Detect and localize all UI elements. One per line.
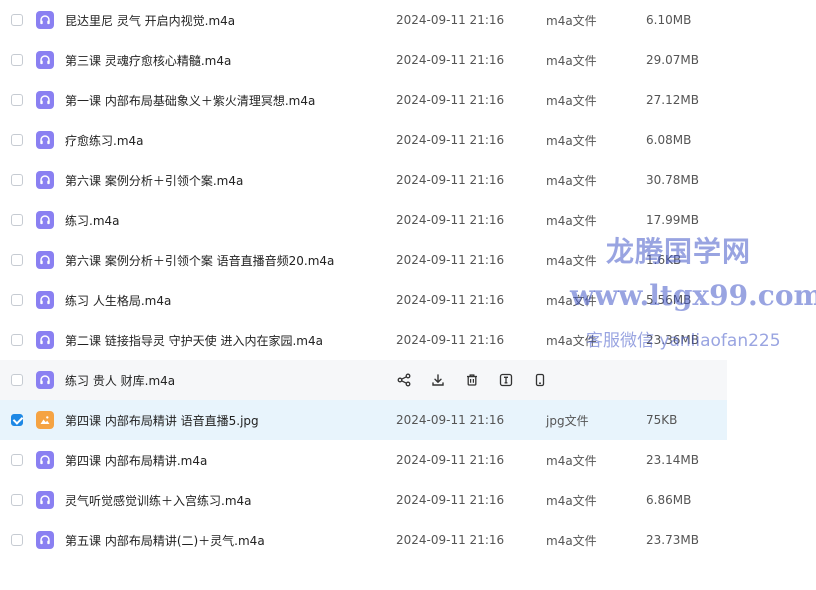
file-size: 17.99MB [646, 213, 699, 227]
file-name[interactable]: 第三课 灵魂疗愈核心精髓.m4a [65, 52, 231, 69]
file-date: 2024-09-11 21:16 [396, 173, 505, 187]
file-type: m4a文件 [546, 13, 597, 28]
file-type: m4a文件 [546, 53, 597, 68]
file-row[interactable]: 灵气听觉感觉训练＋入宫练习.m4a 2024-09-11 21:16 m4a文件 6.… [0, 480, 727, 520]
row-checkbox[interactable] [11, 534, 23, 546]
file-type: m4a文件 [546, 533, 597, 548]
file-name[interactable]: 第二课 链接指导灵 守护天使 进入内在家园.m4a [65, 332, 323, 349]
watermark-contact: 客服微信 yanliaofan225 [586, 331, 781, 351]
audio-file-icon [36, 291, 54, 309]
file-size: 6.10MB [646, 13, 692, 27]
file-name[interactable]: 第六课 案例分析＋引领个案 语音直播音频20.m4a [65, 252, 334, 269]
file-name[interactable]: 第一课 内部布局基础象义＋紫火清理冥想.m4a [65, 92, 315, 109]
audio-file-icon [36, 51, 54, 69]
file-type: m4a文件 [546, 133, 597, 148]
file-name[interactable]: 练习 人生格局.m4a [65, 292, 171, 309]
file-type: m4a文件 [546, 213, 597, 228]
delete-icon[interactable] [464, 372, 480, 388]
file-row[interactable]: 练习 贵人 财库.m4a [0, 360, 727, 400]
file-type: m4a文件 [546, 453, 597, 468]
file-name[interactable]: 第六课 案例分析＋引领个案.m4a [65, 172, 243, 189]
file-date: 2024-09-11 21:16 [396, 53, 505, 67]
audio-file-icon [36, 91, 54, 109]
watermark-title: 龙腾国学网 [606, 235, 752, 268]
file-name[interactable]: 第四课 内部布局精讲 语音直播5.jpg [65, 412, 259, 429]
file-name[interactable]: 第五课 内部布局精讲(二)＋灵气.m4a [65, 532, 265, 549]
file-name[interactable]: 灵气听觉感觉训练＋入宫练习.m4a [65, 492, 252, 509]
share-icon[interactable] [396, 372, 412, 388]
file-row[interactable]: 第一课 内部布局基础象义＋紫火清理冥想.m4a 2024-09-11 21:16 m… [0, 80, 727, 120]
audio-file-icon [36, 531, 54, 549]
row-actions [396, 372, 566, 388]
row-checkbox[interactable] [11, 454, 23, 466]
row-checkbox[interactable] [11, 254, 23, 266]
row-checkbox[interactable] [11, 134, 23, 146]
file-row[interactable]: 第三课 灵魂疗愈核心精髓.m4a 2024-09-11 21:16 m4a文件 29.… [0, 40, 727, 80]
row-checkbox[interactable] [11, 94, 23, 106]
audio-file-icon [36, 491, 54, 509]
file-row[interactable]: 第四课 内部布局精讲 语音直播5.jpg 2024-09-11 21:16 jpg文… [0, 400, 727, 440]
audio-file-icon [36, 11, 54, 29]
file-size: 23.14MB [646, 453, 699, 467]
file-date: 2024-09-11 21:16 [396, 333, 505, 347]
download-icon[interactable] [430, 372, 446, 388]
file-date: 2024-09-11 21:16 [396, 493, 505, 507]
file-name[interactable]: 疗愈练习.m4a [65, 132, 144, 149]
file-size: 27.12MB [646, 93, 699, 107]
file-date: 2024-09-11 21:16 [396, 93, 505, 107]
file-size: 6.08MB [646, 133, 692, 147]
file-size: 29.07MB [646, 53, 699, 67]
rename-icon[interactable] [498, 372, 514, 388]
file-date: 2024-09-11 21:16 [396, 293, 505, 307]
audio-file-icon [36, 131, 54, 149]
file-date: 2024-09-11 21:16 [396, 413, 505, 427]
row-checkbox[interactable] [11, 494, 23, 506]
file-date: 2024-09-11 21:16 [396, 213, 505, 227]
file-name[interactable]: 昆达里尼 灵气 开启内视觉.m4a [65, 12, 235, 29]
audio-file-icon [36, 331, 54, 349]
row-checkbox[interactable] [11, 374, 23, 386]
file-type: m4a文件 [546, 93, 597, 108]
row-checkbox[interactable] [11, 334, 23, 346]
row-checkbox[interactable] [11, 294, 23, 306]
file-size: 23.73MB [646, 533, 699, 547]
file-size: 30.78MB [646, 173, 699, 187]
audio-file-icon [36, 451, 54, 469]
file-date: 2024-09-11 21:16 [396, 133, 505, 147]
file-date: 2024-09-11 21:16 [396, 13, 505, 27]
file-row[interactable]: 昆达里尼 灵气 开启内视觉.m4a 2024-09-11 21:16 m4a文件 6.… [0, 0, 727, 40]
file-type: m4a文件 [546, 253, 597, 268]
file-date: 2024-09-11 21:16 [396, 453, 505, 467]
audio-file-icon [36, 251, 54, 269]
row-checkbox[interactable] [11, 174, 23, 186]
row-checkbox[interactable] [11, 54, 23, 66]
file-size: 6.86MB [646, 493, 692, 507]
row-checkbox[interactable] [11, 214, 23, 226]
file-type: m4a文件 [546, 173, 597, 188]
audio-file-icon [36, 171, 54, 189]
file-size: 75KB [646, 413, 678, 427]
image-file-icon [36, 411, 54, 429]
row-checkbox[interactable] [11, 414, 23, 426]
file-type: jpg文件 [546, 413, 589, 428]
file-row[interactable]: 第五课 内部布局精讲(二)＋灵气.m4a 2024-09-11 21:16 m4a文… [0, 520, 727, 560]
mobile-icon[interactable] [532, 372, 548, 388]
audio-file-icon [36, 211, 54, 229]
file-row[interactable]: 疗愈练习.m4a 2024-09-11 21:16 m4a文件 6.08MB [0, 120, 727, 160]
file-name[interactable]: 练习.m4a [65, 212, 120, 229]
file-name[interactable]: 练习 贵人 财库.m4a [65, 372, 175, 389]
file-row[interactable]: 第六课 案例分析＋引领个案.m4a 2024-09-11 21:16 m4a文件 30… [0, 160, 727, 200]
file-date: 2024-09-11 21:16 [396, 533, 505, 547]
file-row[interactable]: 第四课 内部布局精讲.m4a 2024-09-11 21:16 m4a文件 23.14… [0, 440, 727, 480]
watermark-url: www.ltgx99.com [570, 279, 816, 312]
row-checkbox[interactable] [11, 14, 23, 26]
audio-file-icon [36, 371, 54, 389]
file-name[interactable]: 第四课 内部布局精讲.m4a [65, 452, 207, 469]
file-date: 2024-09-11 21:16 [396, 253, 505, 267]
file-type: m4a文件 [546, 493, 597, 508]
